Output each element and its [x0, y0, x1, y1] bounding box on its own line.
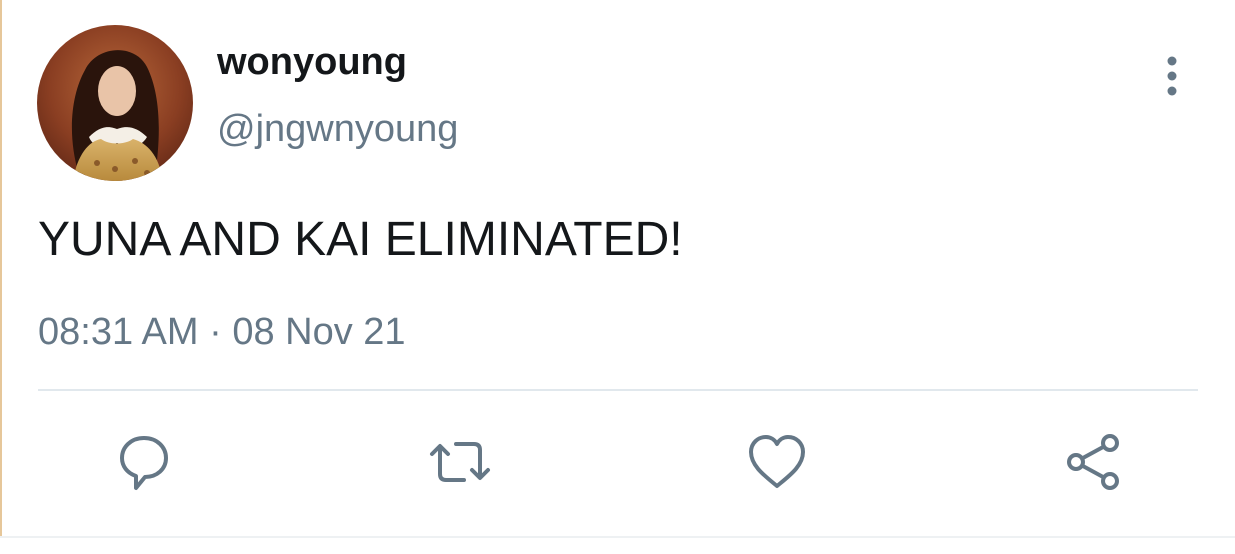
divider [38, 389, 1198, 391]
more-options-button[interactable] [1152, 52, 1192, 100]
retweet-button[interactable] [428, 430, 492, 494]
more-vertical-icon [1167, 56, 1177, 96]
avatar-image [37, 25, 193, 181]
bottom-strip [0, 538, 1235, 554]
share-button[interactable] [1062, 430, 1126, 494]
tweet-text: YUNA AND KAI ELIMINATED! [38, 213, 683, 266]
user-handle[interactable]: @jngwnyoung [217, 107, 458, 151]
like-button[interactable] [745, 430, 809, 494]
heart-icon [749, 435, 805, 488]
tweet-timestamp[interactable]: 08:31 AM · 08 Nov 21 [38, 310, 406, 354]
display-name[interactable]: wonyoung [217, 40, 407, 84]
reply-icon [120, 436, 168, 490]
avatar[interactable] [37, 25, 193, 181]
share-icon [1067, 434, 1119, 490]
tweet-card: wonyoung @jngwnyoung YUNA AND KAI ELIMIN… [0, 0, 1235, 554]
reply-button[interactable] [112, 430, 176, 494]
retweet-icon [430, 442, 490, 482]
